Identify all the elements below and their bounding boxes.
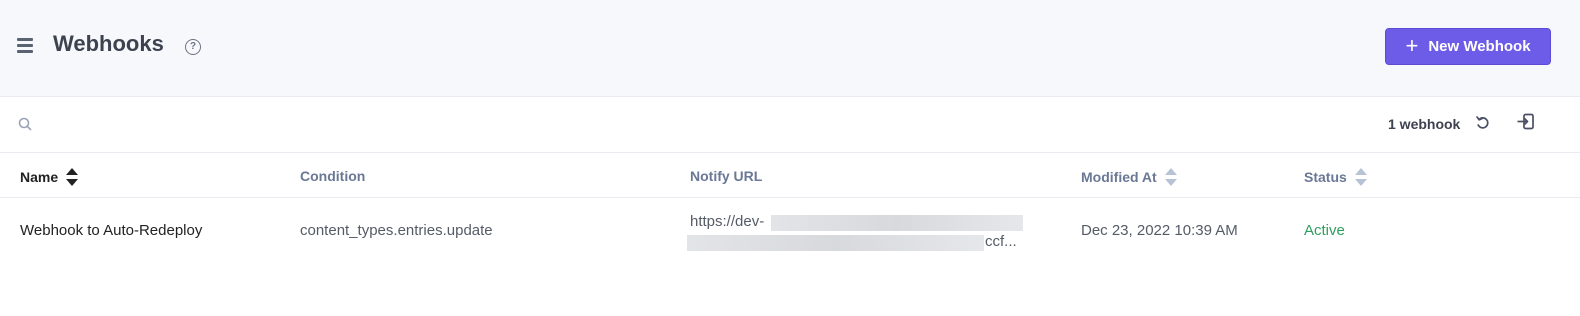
webhook-name: Webhook to Auto-Redeploy (20, 222, 203, 239)
url-end: ccf... (985, 233, 1017, 250)
column-name[interactable]: Name (20, 168, 79, 186)
page-title: Webhooks (53, 31, 164, 56)
refresh-icon[interactable] (1474, 114, 1492, 132)
modified-at: Dec 23, 2022 10:39 AM (1081, 222, 1238, 239)
export-icon[interactable] (1516, 112, 1536, 132)
notify-url: https://dev- ccf... (687, 213, 1027, 253)
search-icon (18, 117, 32, 131)
status-badge: Active (1304, 222, 1345, 239)
table-row[interactable]: Webhook to Auto-Redeploy content_types.e… (0, 198, 1580, 260)
hamburger-icon[interactable] (17, 38, 33, 54)
new-webhook-label: New Webhook (1428, 38, 1531, 55)
plus-icon: + (1405, 32, 1419, 58)
redacted-block (771, 215, 1023, 231)
new-webhook-button[interactable]: + New Webhook (1385, 28, 1551, 65)
webhook-condition: content_types.entries.update (300, 222, 493, 239)
table-header: Name Condition Notify URL Modified At St… (0, 153, 1580, 198)
redacted-block (687, 235, 984, 251)
page-header: Webhooks ? + New Webhook (0, 0, 1580, 97)
sort-icon[interactable] (1354, 168, 1367, 186)
table-toolbar: 1 webhook (0, 97, 1580, 153)
column-condition: Condition (300, 168, 366, 184)
url-start: https://dev- (690, 213, 765, 230)
question-circle-icon[interactable]: ? (185, 39, 201, 55)
webhook-count: 1 webhook (1388, 116, 1461, 132)
sort-icon[interactable] (1164, 168, 1177, 186)
sort-icon[interactable] (66, 168, 79, 186)
column-notify-url: Notify URL (690, 168, 763, 184)
column-status[interactable]: Status (1304, 168, 1367, 186)
search-input[interactable] (40, 111, 644, 139)
column-modified-at[interactable]: Modified At (1081, 168, 1177, 186)
